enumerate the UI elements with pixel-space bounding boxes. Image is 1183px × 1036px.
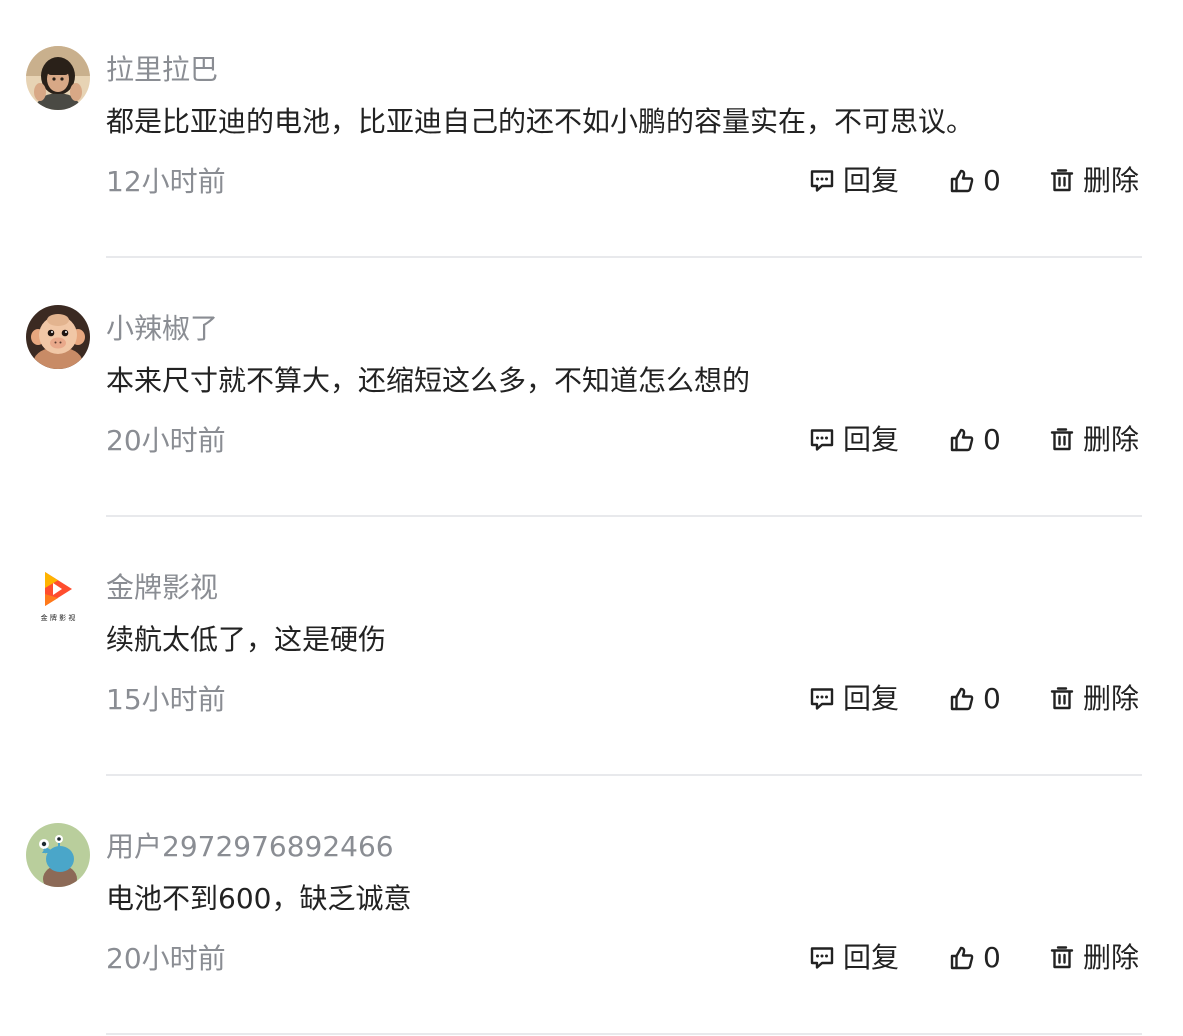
delete-button[interactable]: 删除 (1049, 161, 1139, 201)
comment-icon (809, 945, 835, 971)
thumbs-up-icon (949, 945, 975, 971)
thumbs-up-icon (949, 686, 975, 712)
play-logo-avatar-image: 金 牌 影 视 (26, 564, 90, 628)
delete-button[interactable]: 删除 (1049, 420, 1139, 460)
like-count: 0 (983, 682, 1001, 715)
thumbs-up-icon (949, 168, 975, 194)
thumbs-up-icon (949, 427, 975, 453)
divider (106, 1033, 1142, 1035)
trash-icon (1049, 686, 1075, 712)
like-button[interactable]: 0 (949, 161, 1001, 201)
comment-item: 小辣椒了 本来尺寸就不算大，还缩短这么多，不知道怎么想的 20小时前 回复 0 … (0, 259, 1183, 518)
divider (106, 515, 1142, 517)
delete-button[interactable]: 删除 (1049, 679, 1139, 719)
comment-text: 都是比亚迪的电池，比亚迪自己的还不如小鹏的容量实在，不可思议。 (106, 105, 975, 138)
username[interactable]: 金牌影视 (106, 568, 218, 608)
username[interactable]: 用户2972976892466 (106, 827, 394, 867)
trash-icon (1049, 427, 1075, 453)
delete-button[interactable]: 删除 (1049, 938, 1139, 978)
comment-icon (809, 686, 835, 712)
reply-label: 回复 (843, 941, 900, 974)
comment-list: 拉里拉巴 都是比亚迪的电池，比亚迪自己的还不如小鹏的容量实在，不可思议。 12小… (0, 0, 1183, 1036)
comment-time: 20小时前 (106, 424, 226, 457)
username[interactable]: 小辣椒了 (106, 309, 218, 349)
logo-text: 金 牌 影 视 (41, 613, 76, 622)
avatar[interactable] (26, 823, 90, 887)
trash-icon (1049, 945, 1075, 971)
comment-icon (809, 427, 835, 453)
delete-label: 删除 (1083, 423, 1140, 456)
divider (106, 774, 1142, 776)
avatar[interactable] (26, 305, 90, 369)
trash-icon (1049, 168, 1075, 194)
like-count: 0 (983, 164, 1001, 197)
divider (106, 256, 1142, 258)
reply-label: 回复 (843, 423, 900, 456)
like-button[interactable]: 0 (949, 938, 1001, 978)
reply-button[interactable]: 回复 (809, 420, 899, 460)
comment-text: 本来尺寸就不算大，还缩短这么多，不知道怎么想的 (106, 364, 751, 397)
comment-text: 电池不到600，缺乏诚意 (106, 882, 412, 915)
comment-item: 金 牌 影 视 金牌影视 续航太低了，这是硬伤 15小时前 回复 0 删除 (0, 518, 1183, 777)
reply-label: 回复 (843, 164, 900, 197)
username[interactable]: 拉里拉巴 (106, 50, 218, 90)
like-button[interactable]: 0 (949, 679, 1001, 719)
bird-avatar-image (26, 823, 90, 887)
reply-button[interactable]: 回复 (809, 161, 899, 201)
reply-button[interactable]: 回复 (809, 938, 899, 978)
delete-label: 删除 (1083, 164, 1140, 197)
comment-icon (809, 168, 835, 194)
like-button[interactable]: 0 (949, 420, 1001, 460)
delete-label: 删除 (1083, 682, 1140, 715)
comment-time: 20小时前 (106, 942, 226, 975)
portrait-avatar-image (26, 46, 90, 110)
comment-time: 12小时前 (106, 165, 226, 198)
comment-time: 15小时前 (106, 683, 226, 716)
monkey-avatar-image (26, 305, 90, 369)
like-count: 0 (983, 941, 1001, 974)
comment-item: 拉里拉巴 都是比亚迪的电池，比亚迪自己的还不如小鹏的容量实在，不可思议。 12小… (0, 0, 1183, 259)
comment-text: 续航太低了，这是硬伤 (106, 623, 387, 656)
reply-button[interactable]: 回复 (809, 679, 899, 719)
comment-item: 用户2972976892466 电池不到600，缺乏诚意 20小时前 回复 0 … (0, 777, 1183, 1036)
avatar[interactable] (26, 46, 90, 110)
avatar[interactable]: 金 牌 影 视 (26, 564, 90, 628)
delete-label: 删除 (1083, 941, 1140, 974)
reply-label: 回复 (843, 682, 900, 715)
like-count: 0 (983, 423, 1001, 456)
